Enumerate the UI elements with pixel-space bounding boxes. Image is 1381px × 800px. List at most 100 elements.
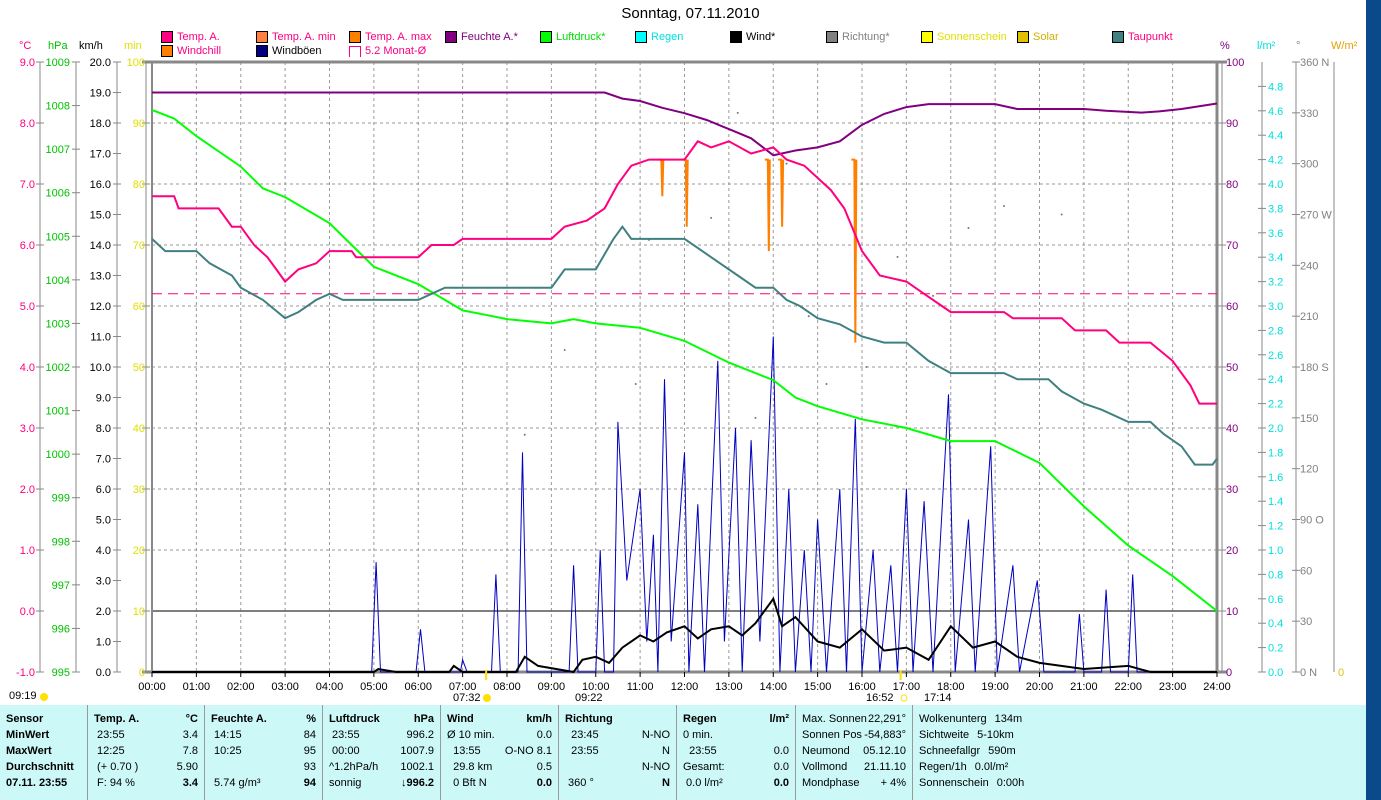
- summary-label: Max. Sonnen: [802, 713, 867, 725]
- summary-row: Mondphase + 4%: [802, 775, 906, 791]
- axis-label-pressure: 1008: [46, 101, 70, 113]
- summary-value: N-NO: [641, 729, 670, 741]
- axis-label-temp: 6.0: [20, 240, 35, 252]
- unit-wind: km/h: [79, 40, 103, 52]
- axis-label-pressure: 1009: [46, 57, 70, 69]
- axis-label-rain: 4.2: [1268, 155, 1283, 167]
- legend-item: Sonnenschein: [921, 31, 1007, 43]
- x-tick-label: 12:00: [671, 681, 699, 693]
- summary-label: Durchschnitt: [6, 761, 74, 773]
- summary-value: 134m: [994, 713, 1023, 725]
- summary-label: Temp. A.: [94, 713, 140, 725]
- axis-label-wind: 0.0: [96, 667, 111, 679]
- axis-label-rain: 2.2: [1268, 399, 1283, 411]
- direction-point: [754, 416, 757, 419]
- axis-label-rain: 1.8: [1268, 447, 1283, 459]
- summary-value: 0:00h: [996, 777, 1025, 789]
- axis-label-pressure: 1004: [46, 275, 70, 287]
- direction-point: [807, 315, 810, 318]
- axis-label-rain: 4.8: [1268, 81, 1283, 93]
- axis-label-pressure: 997: [52, 580, 70, 592]
- legend-label: Luftdruck*: [556, 31, 606, 43]
- x-tick-label: 02:00: [227, 681, 255, 693]
- sunrise-time: 07:32: [453, 692, 481, 704]
- summary-row: Max. Sonnen 22,291°: [802, 711, 906, 727]
- axis-label-rain: 4.4: [1268, 130, 1283, 142]
- legend-label: Temp. A. min: [272, 31, 336, 43]
- direction-point: [932, 294, 934, 297]
- summary-row: 10:25 95: [211, 743, 316, 759]
- summary-label: 29.8 km: [447, 761, 493, 773]
- direction-point: [710, 216, 713, 219]
- unit-solar: W/m²: [1331, 40, 1358, 52]
- summary-row: Ø 10 min. 0.0: [447, 727, 552, 743]
- summary-value: N-NO: [641, 761, 670, 773]
- summary-row: 00:00 1007.9: [329, 743, 434, 759]
- summary-label: 23:55: [329, 729, 360, 741]
- summary-label: 0 min.: [683, 729, 713, 741]
- summary-value: 7.8: [182, 745, 198, 757]
- direction-point: [523, 433, 526, 436]
- summary-row: 360 ° N: [565, 775, 670, 791]
- axis-label-pressure: 995: [52, 667, 70, 679]
- summary-row: 29.8 km 0.5: [447, 759, 552, 775]
- summary-label: 0 Bft N: [447, 777, 487, 789]
- summary-row: Luftdruck hPa: [329, 711, 434, 727]
- unit-humidity: %: [1220, 40, 1230, 52]
- axis-label-rain: 3.6: [1268, 228, 1283, 240]
- direction-point: [1003, 205, 1005, 208]
- axis-label-rain: 4.6: [1268, 106, 1283, 118]
- axis-label-direction: 90 O: [1300, 515, 1324, 527]
- legend-label: Sonnenschein: [937, 31, 1007, 43]
- legend-label: Feuchte A.*: [461, 31, 518, 43]
- axis-label-wind: 17.0: [90, 149, 111, 161]
- axis-label-temp: 8.0: [20, 118, 35, 130]
- summary-value: 93: [303, 761, 316, 773]
- legend-label: Windböen: [272, 45, 322, 57]
- summary-column: Max. Sonnen 22,291° Sonnen Pos -54,883° Neum…: [796, 705, 913, 800]
- axis-label-direction: 210: [1300, 311, 1318, 323]
- axis-label-rain: 3.8: [1268, 203, 1283, 215]
- x-tick-label: 05:00: [360, 681, 388, 693]
- axis-label-direction: 60: [1300, 565, 1312, 577]
- summary-row: 0 Bft N 0.0: [447, 775, 552, 791]
- axis-label-temp: 3.0: [20, 423, 35, 435]
- axis-label-rain: 0.6: [1268, 594, 1283, 606]
- summary-value: 1007.9: [400, 745, 434, 757]
- unit-rain: l/m²: [1257, 40, 1276, 52]
- axis-label-pressure: 998: [52, 536, 70, 548]
- summary-value: 0.0l/m²: [974, 761, 1009, 773]
- weather-chart: 00:00 01:00 02:00 03:00 04:00 05:00 06:00 07:00…: [16, 57, 1344, 702]
- axis-label-rain: 2.0: [1268, 423, 1283, 435]
- legend-label: Richtung*: [842, 31, 890, 43]
- axis-label-direction: 0 N: [1300, 667, 1317, 679]
- legend-item: Temp. A. min: [256, 31, 336, 43]
- axis-label-humidity: 90: [1226, 118, 1238, 130]
- summary-row: 23:45 N-NO: [565, 727, 670, 743]
- x-tick-label: 14:00: [759, 681, 787, 693]
- legend-item: Windböen: [256, 45, 322, 57]
- summary-row: Regen l/m²: [683, 711, 789, 727]
- summary-row: Sichtweite 5-10km: [919, 727, 1107, 743]
- summary-value: O-NO 8.1: [504, 745, 552, 757]
- summary-label: 13:55: [447, 745, 481, 757]
- legend-item: Richtung*: [826, 31, 890, 43]
- summary-row: 0 min.: [683, 727, 789, 743]
- axis-label-temp: 2.0: [20, 484, 35, 496]
- legend-item: Taupunkt: [1112, 31, 1173, 43]
- summary-value: 05.12.10: [863, 745, 906, 757]
- summary-value: N: [662, 777, 670, 789]
- summary-value: °C: [185, 713, 198, 725]
- legend-label: Regen: [651, 31, 684, 43]
- axis-label-sun_min: 90: [133, 118, 145, 130]
- axis-label-rain: 0.4: [1268, 618, 1283, 630]
- axis-label-wind: 11.0: [90, 332, 111, 344]
- summary-value: %: [306, 713, 316, 725]
- axis-label-direction: 120: [1300, 464, 1318, 476]
- unit-temp: °C: [19, 40, 32, 52]
- summary-label: 0.0 l/m²: [683, 777, 723, 789]
- axis-label-wind: 1.0: [96, 637, 111, 649]
- chart-title: Sonntag, 07.11.2010: [621, 5, 760, 22]
- summary-value: 590m: [988, 745, 1016, 757]
- summary-label: Sichtweite: [919, 729, 970, 741]
